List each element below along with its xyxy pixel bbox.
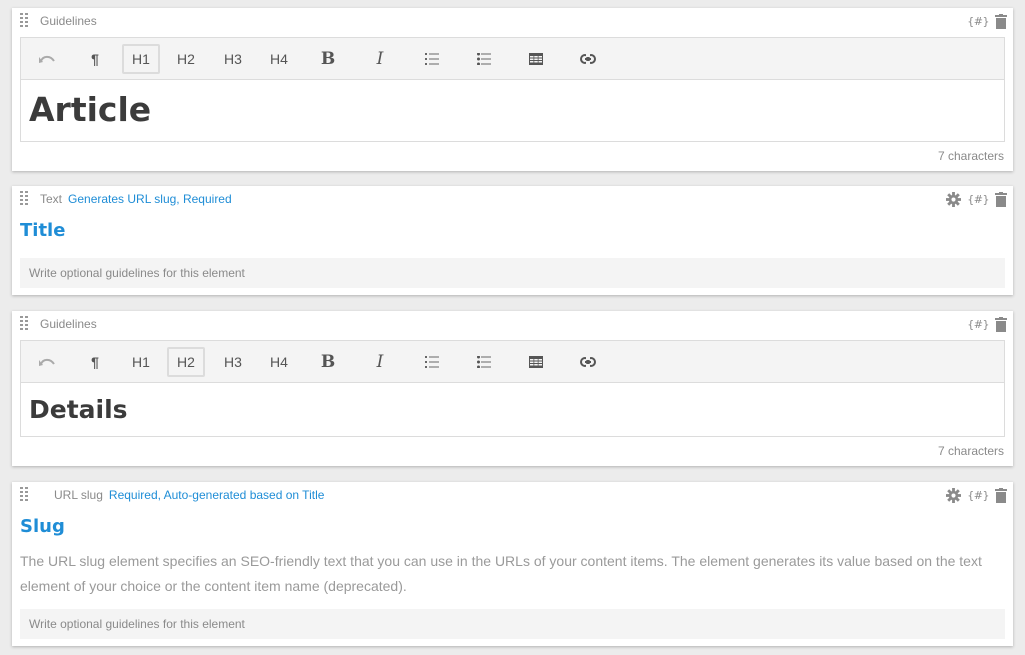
trash-icon[interactable]: [995, 486, 1007, 504]
heading-1-button[interactable]: H1: [122, 44, 160, 74]
element-name[interactable]: Title: [20, 220, 65, 241]
card-header: URL slug Required, Auto-generated based o…: [12, 482, 1013, 510]
rich-text-editor: ¶ H1 H2 H3 H4 B I Article: [20, 37, 1005, 142]
trash-icon[interactable]: [995, 12, 1007, 30]
heading-3-button[interactable]: H3: [216, 44, 250, 74]
ordered-list-icon: [425, 356, 439, 368]
gear-icon[interactable]: [946, 190, 962, 208]
text-element-card-title: Text Generates URL slug, Required {#} Tit…: [12, 186, 1013, 295]
card-actions: {#}: [946, 486, 1007, 504]
bold-button[interactable]: B: [311, 44, 345, 74]
element-type-name: Text: [40, 192, 63, 206]
guidelines-card-details: Guidelines {#} ¶ H1 H2 H3 H4 B I Details…: [12, 311, 1013, 466]
element-flags: Generates URL slug, Required: [68, 192, 232, 206]
character-count: 7 characters: [937, 149, 1004, 163]
character-count: 7 characters: [937, 444, 1004, 458]
undo-icon: [39, 55, 55, 63]
unordered-list-button[interactable]: [467, 347, 501, 377]
editor-content-h1[interactable]: Article: [21, 80, 1004, 140]
element-type-label: URL slug Required, Auto-generated based o…: [54, 488, 324, 502]
drag-handle-icon[interactable]: [20, 191, 28, 205]
unordered-list-icon: [477, 356, 491, 368]
table-button[interactable]: [519, 44, 553, 74]
link-icon: [580, 54, 596, 64]
bold-button[interactable]: B: [311, 347, 345, 377]
paragraph-button[interactable]: ¶: [79, 44, 111, 74]
heading-3-button[interactable]: H3: [216, 347, 250, 377]
table-icon: [529, 356, 543, 368]
paragraph-button[interactable]: ¶: [79, 347, 111, 377]
gear-icon[interactable]: [946, 486, 962, 504]
element-type-label: Guidelines: [40, 317, 97, 331]
content-group-macro-icon[interactable]: {#}: [967, 486, 989, 504]
card-header: Text Generates URL slug, Required {#}: [12, 186, 1013, 214]
element-description: The URL slug element specifies an SEO-fr…: [20, 553, 982, 594]
editor-toolbar: ¶ H1 H2 H3 H4 B I: [21, 341, 1004, 383]
undo-icon: [39, 358, 55, 366]
undo-button[interactable]: [31, 347, 63, 377]
italic-button[interactable]: I: [363, 347, 397, 377]
guidelines-input[interactable]: Write optional guidelines for this eleme…: [20, 609, 1005, 639]
italic-button[interactable]: I: [363, 44, 397, 74]
element-type-label: Guidelines: [40, 14, 97, 28]
heading-4-button[interactable]: H4: [262, 347, 296, 377]
content-group-macro-icon[interactable]: {#}: [967, 190, 989, 208]
rich-text-editor: ¶ H1 H2 H3 H4 B I Details: [20, 340, 1005, 437]
element-flags: Required, Auto-generated based on Title: [108, 488, 325, 502]
undo-button[interactable]: [31, 44, 63, 74]
card-actions: {#}: [946, 190, 1007, 208]
content-group-macro-icon[interactable]: {#}: [967, 12, 989, 30]
table-button[interactable]: [519, 347, 553, 377]
link-button[interactable]: [571, 44, 605, 74]
card-actions: {#}: [967, 12, 1007, 30]
element-name[interactable]: Slug: [20, 516, 65, 537]
element-type-label: Text Generates URL slug, Required: [40, 192, 232, 206]
unordered-list-button[interactable]: [467, 44, 501, 74]
table-icon: [529, 53, 543, 65]
card-header: Guidelines {#}: [12, 8, 1013, 36]
link-icon: [580, 357, 596, 367]
drag-handle-icon[interactable]: [20, 487, 28, 501]
ordered-list-button[interactable]: [415, 44, 449, 74]
editor-toolbar: ¶ H1 H2 H3 H4 B I: [21, 38, 1004, 80]
unordered-list-icon: [477, 53, 491, 65]
link-button[interactable]: [571, 347, 605, 377]
card-actions: {#}: [967, 315, 1007, 333]
guidelines-input[interactable]: Write optional guidelines for this eleme…: [20, 258, 1005, 288]
drag-handle-icon[interactable]: [20, 13, 28, 27]
url-slug-element-card: URL slug Required, Auto-generated based o…: [12, 482, 1013, 646]
drag-handle-icon[interactable]: [20, 316, 28, 330]
editor-content-h2[interactable]: Details: [21, 383, 1004, 437]
element-type-name: URL slug: [54, 488, 103, 502]
ordered-list-icon: [425, 53, 439, 65]
trash-icon[interactable]: [995, 315, 1007, 333]
trash-icon[interactable]: [995, 190, 1007, 208]
heading-1-button[interactable]: H1: [122, 347, 160, 377]
heading-2-button[interactable]: H2: [167, 347, 205, 377]
heading-4-button[interactable]: H4: [262, 44, 296, 74]
content-group-macro-icon[interactable]: {#}: [967, 315, 989, 333]
card-header: Guidelines {#}: [12, 311, 1013, 339]
guidelines-card-article: Guidelines {#} ¶ H1 H2 H3 H4 B I Article…: [12, 8, 1013, 171]
ordered-list-button[interactable]: [415, 347, 449, 377]
heading-2-button[interactable]: H2: [169, 44, 203, 74]
